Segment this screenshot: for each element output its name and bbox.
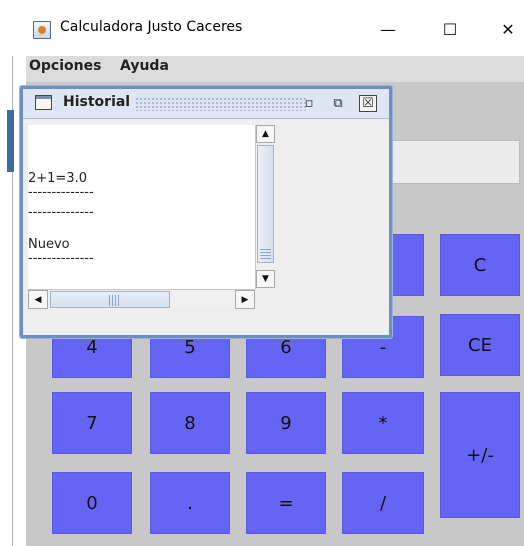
maximize-button[interactable]: ☐ [430,14,470,44]
history-line: 2+1=3.0 [28,171,88,186]
key-plus-minus-label: +/- [466,444,494,466]
key-equals[interactable]: = [246,472,326,534]
key-9-label: 9 [280,412,292,434]
key-clear-entry-label: CE [468,334,492,356]
java-app-icon [33,21,51,39]
key-5-label: 5 [184,336,196,358]
close-button[interactable]: ✕ [488,14,524,44]
history-window[interactable]: Historial ▫ ⧉ ☒ 2+1=3.0 -------------- -… [20,86,392,338]
key-minus-label: - [379,336,387,358]
menu-ayuda[interactable]: Ayuda [120,58,169,74]
key-7-label: 7 [86,412,98,434]
key-clear-label: C [473,254,487,276]
minimize-button[interactable]: — [368,14,408,44]
scroll-right-arrow-icon[interactable]: ▶ [235,290,255,309]
history-title-bar[interactable]: Historial ▫ ⧉ ☒ [23,89,389,119]
key-decimal[interactable]: . [150,472,230,534]
key-0[interactable]: 0 [52,472,132,534]
horizontal-scroll-thumb[interactable] [50,291,170,308]
key-4-label: 4 [86,336,98,358]
window-edge-accent [7,110,14,172]
vertical-scroll-thumb[interactable] [257,145,274,263]
window-title: Calculadora Justo Caceres [60,19,243,35]
vertical-scrollbar[interactable]: ▲ ▼ [255,125,275,289]
key-7[interactable]: 7 [52,392,132,454]
key-6-label: 6 [280,336,292,358]
scroll-left-arrow-icon[interactable]: ◀ [28,290,48,309]
key-8[interactable]: 8 [150,392,230,454]
iconify-icon[interactable]: ▫ [300,95,318,112]
key-plus-minus[interactable]: +/- [440,392,520,518]
close-icon[interactable]: ☒ [359,95,377,112]
calculator-display[interactable] [388,140,520,184]
window-icon [35,95,52,110]
grip-icon [109,295,119,306]
key-0-label: 0 [86,492,98,514]
horizontal-scrollbar[interactable]: ◀ ▶ [28,289,255,309]
history-line: Nuevo [28,237,70,252]
scroll-down-arrow-icon[interactable]: ▼ [256,270,275,288]
history-line: -------------- [28,185,94,200]
key-equals-label: = [278,492,294,514]
scroll-up-arrow-icon[interactable]: ▲ [256,125,275,143]
key-clear[interactable]: C [440,234,520,296]
key-clear-entry[interactable]: CE [440,314,520,376]
history-title: Historial [63,94,131,110]
key-8-label: 8 [184,412,196,434]
history-line: -------------- [28,205,94,220]
title-drag-texture [135,97,307,111]
scroll-corner [255,289,275,309]
key-9[interactable]: 9 [246,392,326,454]
key-divide[interactable]: / [342,472,424,534]
history-text-area[interactable]: 2+1=3.0 -------------- -------------- Nu… [28,125,255,289]
key-multiply-label: * [378,412,388,434]
grip-icon [260,249,271,259]
menu-opciones[interactable]: Opciones [29,58,101,74]
maximize-icon[interactable]: ⧉ [329,95,347,112]
key-decimal-label: . [187,492,193,514]
key-multiply[interactable]: * [342,392,424,454]
history-line: -------------- [28,251,94,266]
key-divide-label: / [379,492,387,514]
